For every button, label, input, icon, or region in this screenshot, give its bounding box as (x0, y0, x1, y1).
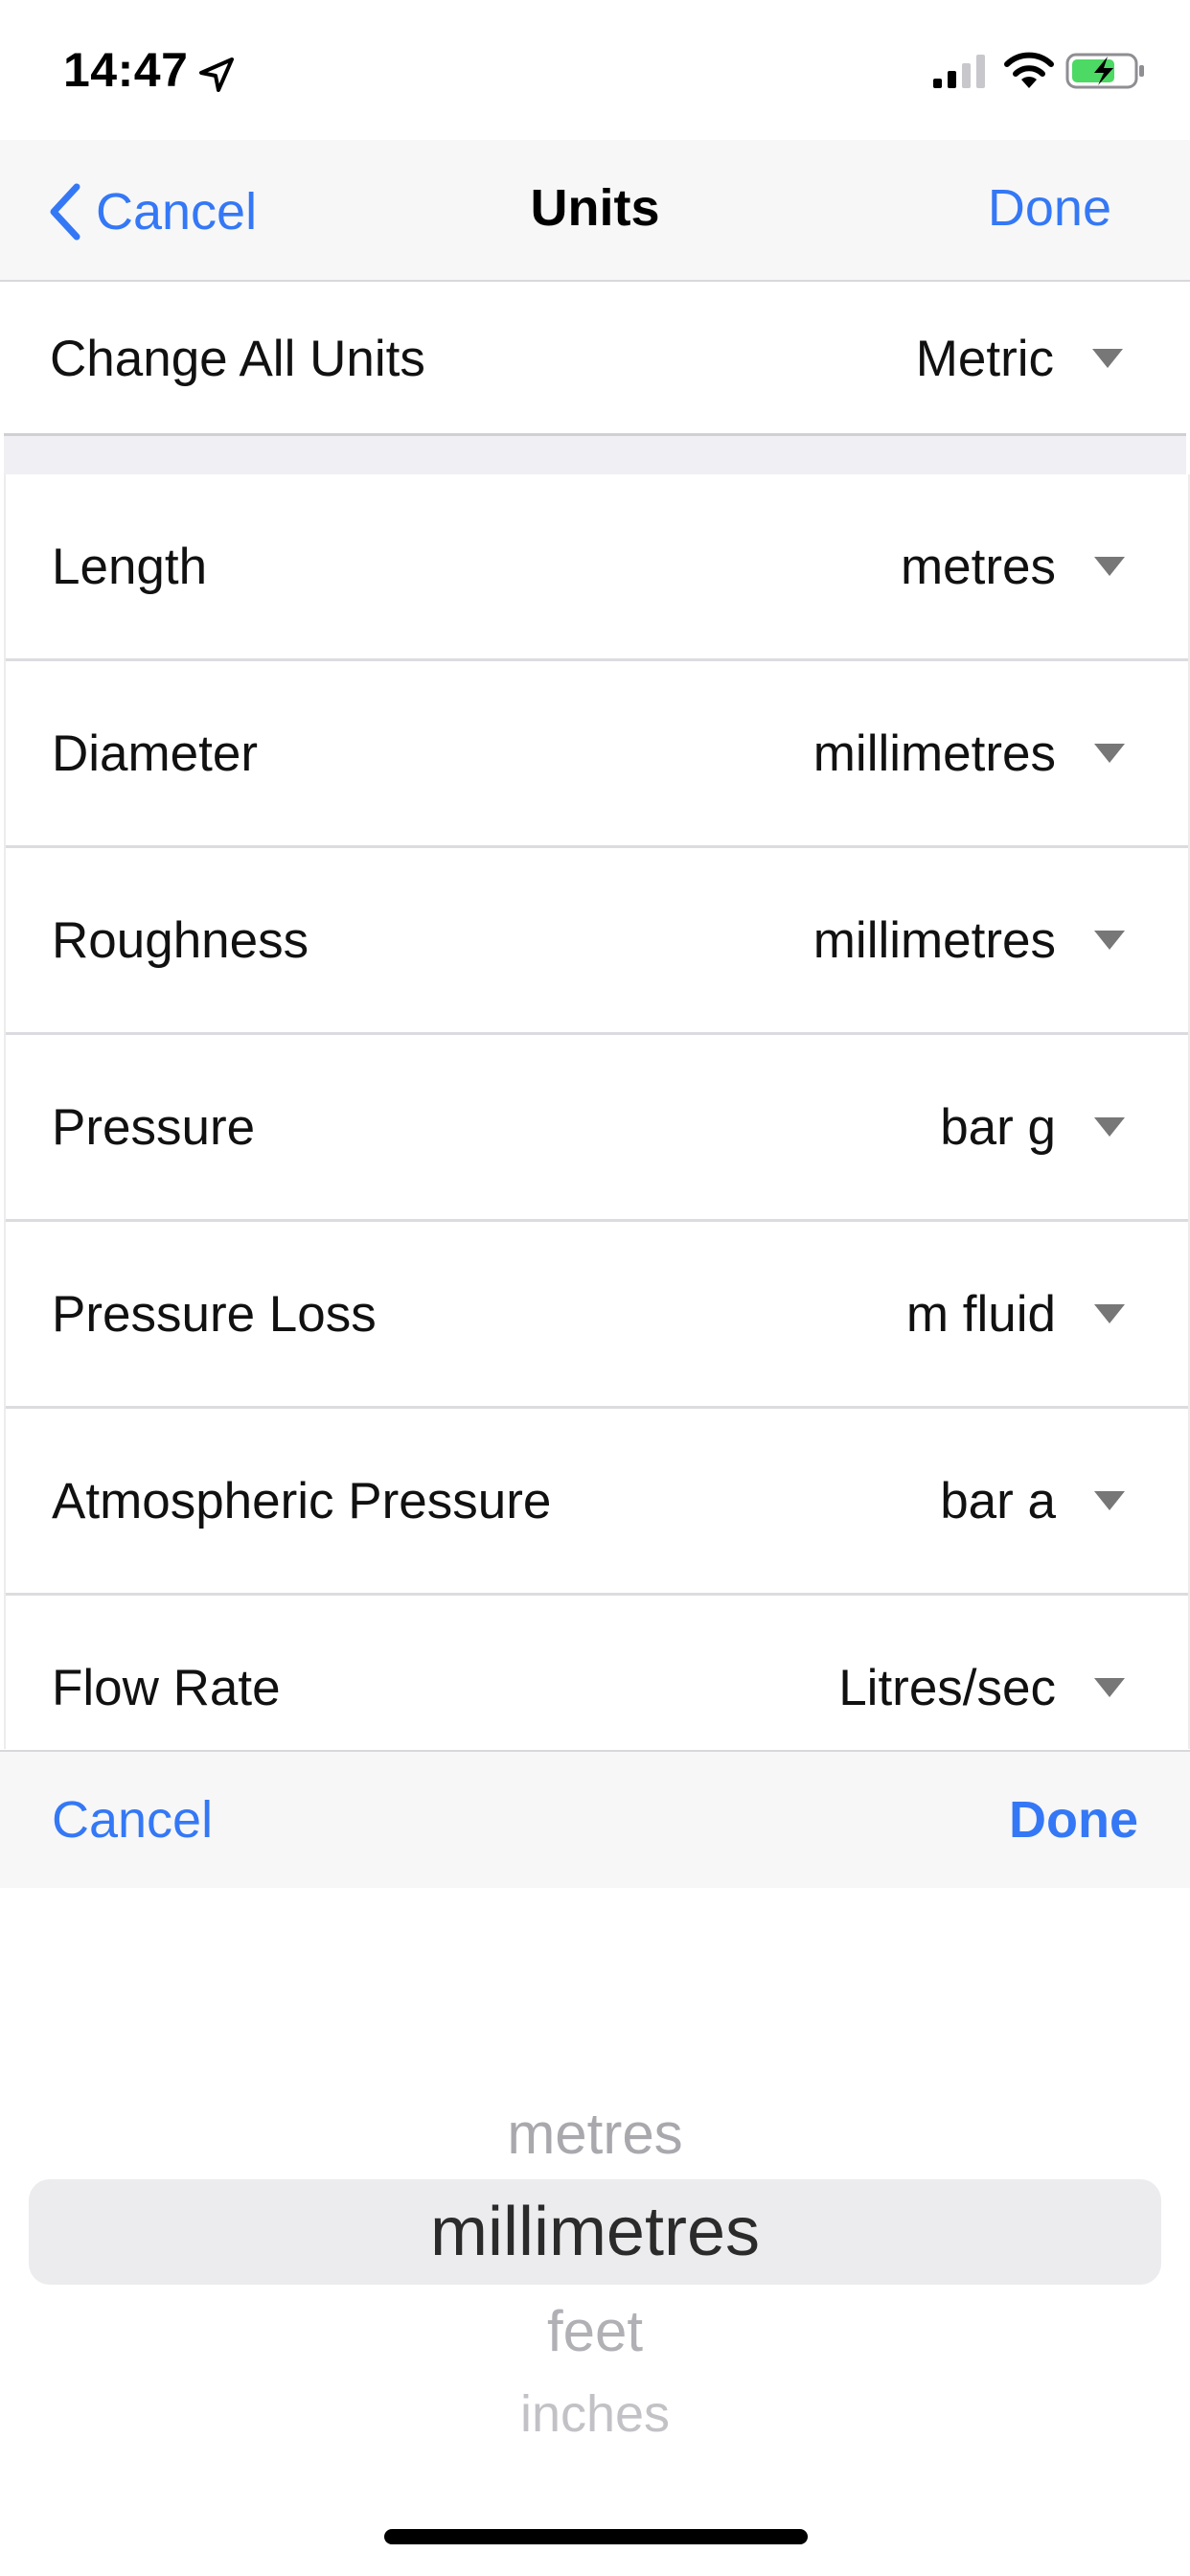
picker-option[interactable]: feet (0, 2298, 1190, 2364)
row-value: millimetres (812, 724, 1056, 782)
row-value: bar g (940, 1098, 1056, 1156)
row-label: Diameter (52, 724, 259, 782)
dropdown-triangle-icon (1094, 1678, 1125, 1697)
unit-row-flow-rate[interactable]: Flow Rate Litres/sec (6, 1596, 1188, 1749)
dropdown-triangle-icon (1094, 931, 1125, 950)
picker-done-button[interactable]: Done (1009, 1790, 1138, 1850)
row-value: Litres/sec (838, 1659, 1056, 1716)
section-divider (4, 433, 1186, 477)
row-label: Length (52, 538, 208, 595)
dropdown-triangle-icon (1094, 1304, 1125, 1323)
unit-row-pressure[interactable]: Pressure bar g (6, 1035, 1188, 1219)
battery-charging-icon (1065, 53, 1144, 89)
picker-toolbar: Cancel Done (0, 1750, 1190, 1890)
status-time: 14:47 (63, 43, 189, 97)
change-all-units-row[interactable]: Change All Units Metric (4, 284, 1186, 433)
unit-row-pressure-loss[interactable]: Pressure Loss m fluid (6, 1222, 1188, 1406)
unit-row-roughness[interactable]: Roughness millimetres (6, 848, 1188, 1032)
unit-row-diameter[interactable]: Diameter millimetres (6, 661, 1188, 845)
wifi-icon (1004, 52, 1054, 88)
cellular-signal-icon (933, 55, 985, 88)
home-indicator[interactable] (384, 2529, 808, 2544)
navigation-bar: Cancel Units Done (0, 140, 1190, 282)
row-label: Pressure Loss (52, 1285, 377, 1343)
done-button[interactable]: Done (988, 178, 1111, 238)
dropdown-triangle-icon (1094, 744, 1125, 763)
units-list[interactable]: Length metres Diameter millimetres Rough… (4, 474, 1190, 1749)
row-value: m fluid (905, 1285, 1056, 1343)
row-value: bar a (940, 1472, 1056, 1530)
row-label: Roughness (52, 911, 309, 969)
unit-picker-wheel[interactable]: metres millimetres feet inches (0, 1888, 1190, 2576)
dropdown-triangle-icon (1094, 557, 1125, 576)
picker-option[interactable]: metres (0, 2101, 1190, 2167)
dropdown-triangle-icon (1092, 349, 1123, 368)
change-all-units-value: Metric (915, 330, 1054, 387)
dropdown-triangle-icon (1094, 1117, 1125, 1137)
status-bar: 14:47 (0, 0, 1190, 140)
row-label: Atmospheric Pressure (52, 1472, 552, 1530)
row-label: Pressure (52, 1098, 256, 1156)
change-all-units-label: Change All Units (50, 330, 425, 387)
row-label: Flow Rate (52, 1659, 281, 1716)
picker-option[interactable]: inches (0, 2384, 1190, 2444)
row-value: metres (901, 538, 1056, 595)
dropdown-triangle-icon (1094, 1491, 1125, 1510)
picker-cancel-button[interactable]: Cancel (52, 1790, 213, 1850)
unit-row-atmospheric-pressure[interactable]: Atmospheric Pressure bar a (6, 1409, 1188, 1593)
picker-option-selected[interactable]: millimetres (0, 2193, 1190, 2271)
unit-row-length[interactable]: Length metres (6, 474, 1188, 658)
row-value: millimetres (812, 911, 1056, 969)
location-arrow-icon (199, 58, 234, 92)
